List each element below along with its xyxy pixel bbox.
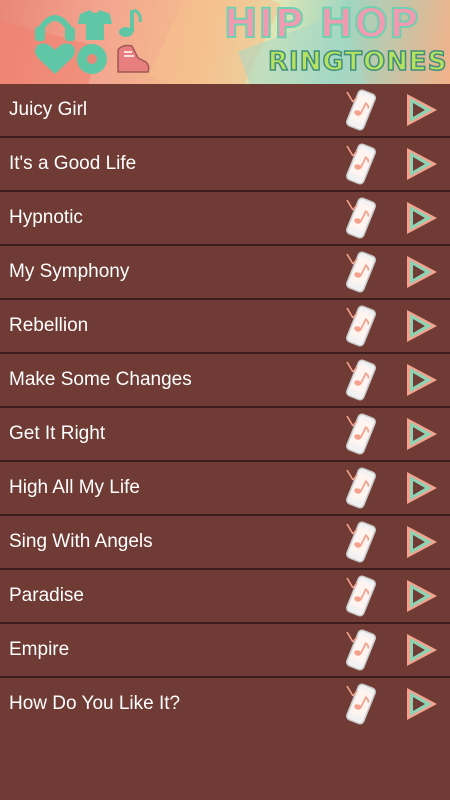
song-title: Empire — [9, 639, 70, 660]
app-title: HIP HOP RINGTONES — [218, 1, 448, 82]
list-item[interactable]: Paradise — [0, 570, 450, 624]
song-title: Paradise — [9, 585, 84, 606]
app-title-sub: RINGTONES — [267, 46, 448, 78]
list-item[interactable]: Empire — [0, 624, 450, 678]
app-title-main: HIP HOP — [223, 1, 420, 47]
play-icon[interactable] — [403, 254, 439, 290]
list-item[interactable]: How Do You Like It? — [0, 678, 450, 730]
set-ringtone-phone-icon[interactable] — [343, 682, 379, 726]
song-title: High All My Life — [9, 477, 140, 498]
list-item[interactable]: Hypnotic — [0, 192, 450, 246]
headphones-icon — [35, 15, 75, 41]
set-ringtone-phone-icon[interactable] — [343, 88, 379, 132]
set-ringtone-phone-icon[interactable] — [343, 412, 379, 456]
play-icon[interactable] — [403, 200, 439, 236]
set-ringtone-phone-icon[interactable] — [343, 358, 379, 402]
song-title: Rebellion — [9, 315, 89, 336]
set-ringtone-phone-icon[interactable] — [343, 196, 379, 240]
play-icon[interactable] — [403, 92, 439, 128]
play-icon[interactable] — [403, 470, 439, 506]
set-ringtone-phone-icon[interactable] — [343, 574, 379, 618]
song-title: Hypnotic — [9, 207, 83, 228]
list-item[interactable]: Sing With Angels — [0, 516, 450, 570]
song-title: Sing With Angels — [9, 531, 153, 552]
sneaker-icon — [117, 44, 150, 73]
list-item[interactable]: Get It Right — [0, 408, 450, 462]
set-ringtone-phone-icon[interactable] — [343, 250, 379, 294]
set-ringtone-phone-icon[interactable] — [343, 304, 379, 348]
set-ringtone-phone-icon[interactable] — [343, 520, 379, 564]
play-icon[interactable] — [403, 578, 439, 614]
list-item[interactable]: High All My Life — [0, 462, 450, 516]
set-ringtone-phone-icon[interactable] — [343, 142, 379, 186]
header-banner: HIP HOP RINGTONES — [0, 0, 450, 84]
list-item[interactable]: Make Some Changes — [0, 354, 450, 408]
heart-icon — [35, 43, 75, 74]
header-icons — [35, 8, 150, 74]
song-title: Juicy Girl — [9, 99, 88, 120]
song-title: Get It Right — [9, 423, 106, 444]
song-title: It's a Good Life — [9, 153, 137, 174]
play-icon[interactable] — [403, 308, 439, 344]
play-icon[interactable] — [403, 416, 439, 452]
play-icon[interactable] — [403, 146, 439, 182]
list-item[interactable]: My Symphony — [0, 246, 450, 300]
tshirt-icon — [78, 10, 112, 40]
list-item[interactable]: Rebellion — [0, 300, 450, 354]
list-item[interactable]: Juicy Girl — [0, 84, 450, 138]
play-icon[interactable] — [403, 632, 439, 668]
play-icon[interactable] — [403, 362, 439, 398]
list-item[interactable]: It's a Good Life — [0, 138, 450, 192]
song-title: How Do You Like It? — [9, 693, 181, 714]
vinyl-record-icon — [77, 44, 107, 74]
song-title: My Symphony — [9, 261, 130, 282]
song-title: Make Some Changes — [9, 369, 192, 390]
music-note-icon — [119, 8, 142, 37]
play-icon[interactable] — [403, 524, 439, 560]
play-icon[interactable] — [403, 686, 439, 722]
ringtone-list: Juicy Girl It's a Good Life Hypnotic My … — [0, 84, 450, 730]
set-ringtone-phone-icon[interactable] — [343, 628, 379, 672]
set-ringtone-phone-icon[interactable] — [343, 466, 379, 510]
